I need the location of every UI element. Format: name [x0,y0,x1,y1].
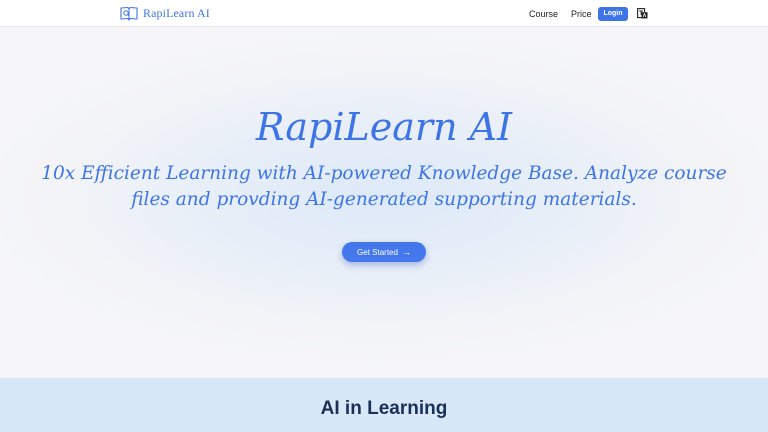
hero-subtitle: 10x Efficient Learning with AI-powered K… [41,163,727,210]
ai-in-learning-section: AI in Learning [0,378,768,432]
nav-item-course[interactable]: Course [529,0,558,27]
brand-name: RapiLearn AI [143,6,210,20]
top-navigation-bar: RapiLearn AI Course Price Login [0,0,768,27]
hero-title: RapiLearn AI [255,105,513,149]
nav-course-link[interactable]: Course [529,9,558,19]
arrow-right-icon: → [401,246,411,257]
book-icon [120,6,138,21]
get-started-button[interactable]: Get Started → [342,242,426,262]
brand-logo[interactable]: RapiLearn AI [120,6,210,21]
section-title: AI in Learning [320,398,448,419]
hero-section: RapiLearn AI 10x Efficient Learning with… [0,27,768,378]
login-button[interactable]: Login [598,7,628,21]
nav-price-link[interactable]: Price [571,9,592,19]
translate-icon[interactable] [637,8,648,19]
get-started-label: Get Started [357,247,398,257]
nav-item-price[interactable]: Price [571,0,592,27]
